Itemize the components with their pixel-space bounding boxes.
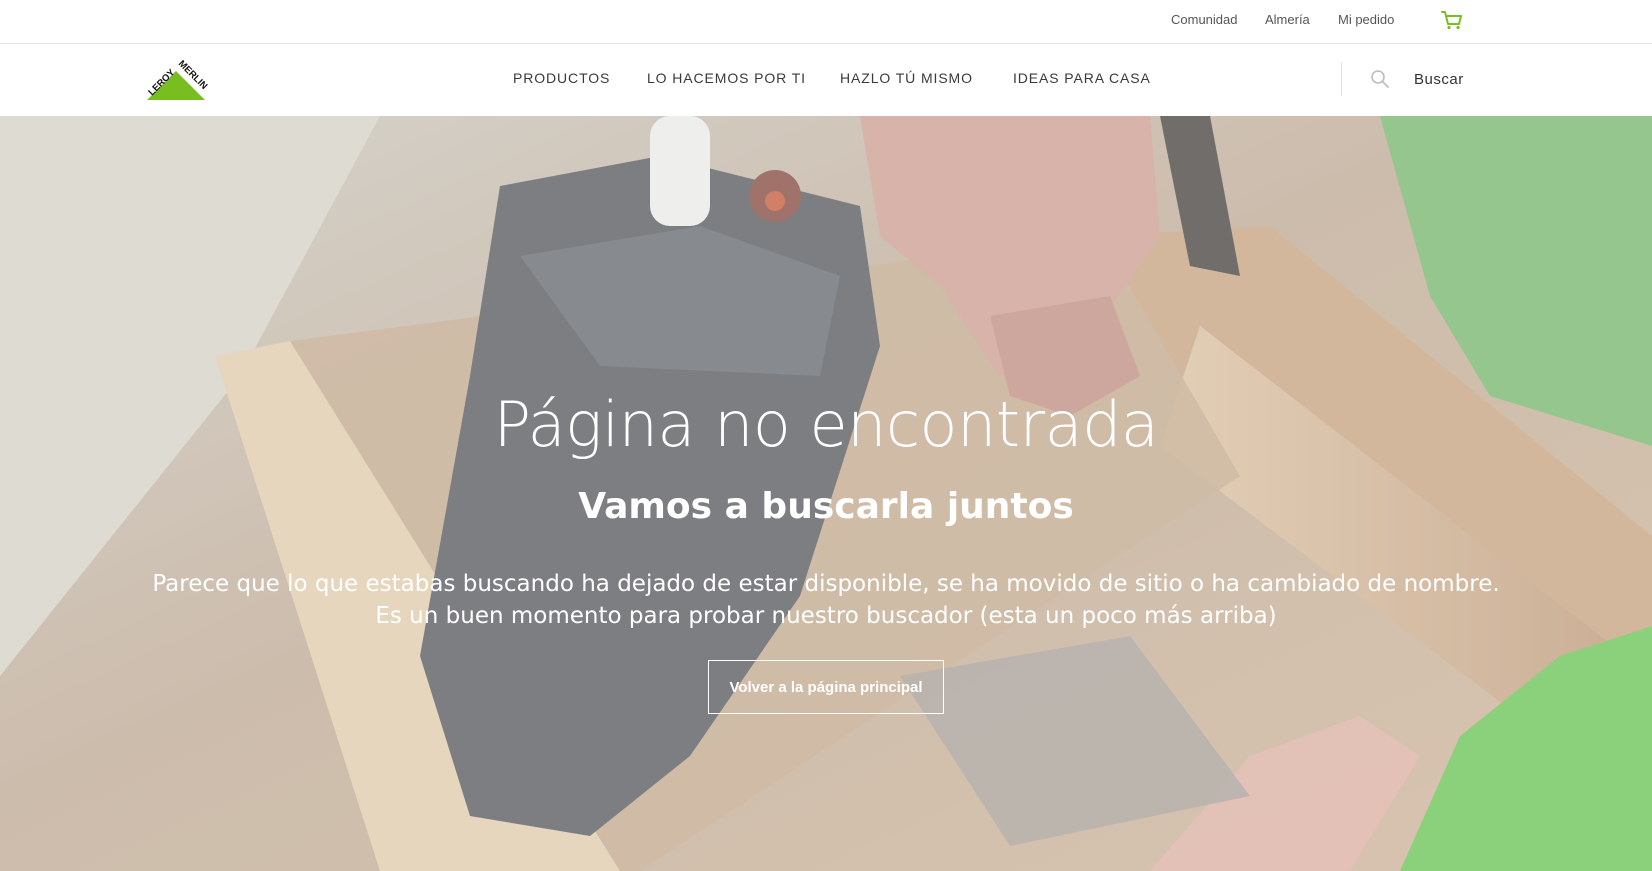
store-link[interactable]: Almería bbox=[1265, 12, 1310, 27]
page-description: Parece que lo que estabas buscando ha de… bbox=[152, 571, 1500, 629]
nav-ideas-para-casa[interactable]: IDEAS PARA CASA bbox=[1013, 70, 1151, 86]
cart-icon[interactable] bbox=[1440, 9, 1464, 31]
community-link[interactable]: Comunidad bbox=[1171, 12, 1238, 27]
main-navbar: LEROY MERLIN PRODUCTOS LO HACEMOS POR TI… bbox=[0, 44, 1652, 116]
my-order-link[interactable]: Mi pedido bbox=[1338, 12, 1394, 27]
leroy-merlin-logo[interactable]: LEROY MERLIN bbox=[141, 58, 211, 102]
search-icon[interactable] bbox=[1370, 69, 1390, 89]
utility-bar: Comunidad Almería Mi pedido bbox=[0, 0, 1652, 44]
page-title: Página no encontrada bbox=[493, 388, 1159, 461]
search-input[interactable] bbox=[1410, 64, 1530, 94]
search-divider bbox=[1341, 62, 1342, 96]
hero-section: Página no encontrada Vamos a buscarla ju… bbox=[0, 116, 1652, 871]
nav-productos[interactable]: PRODUCTOS bbox=[513, 70, 610, 86]
back-to-home-button[interactable]: Volver a la página principal bbox=[708, 660, 944, 714]
nav-lo-hacemos-por-ti[interactable]: LO HACEMOS POR TI bbox=[647, 70, 806, 86]
page-subtitle: Vamos a buscarla juntos bbox=[578, 486, 1074, 527]
nav-hazlo-tu-mismo[interactable]: HAZLO TÚ MISMO bbox=[840, 70, 973, 86]
